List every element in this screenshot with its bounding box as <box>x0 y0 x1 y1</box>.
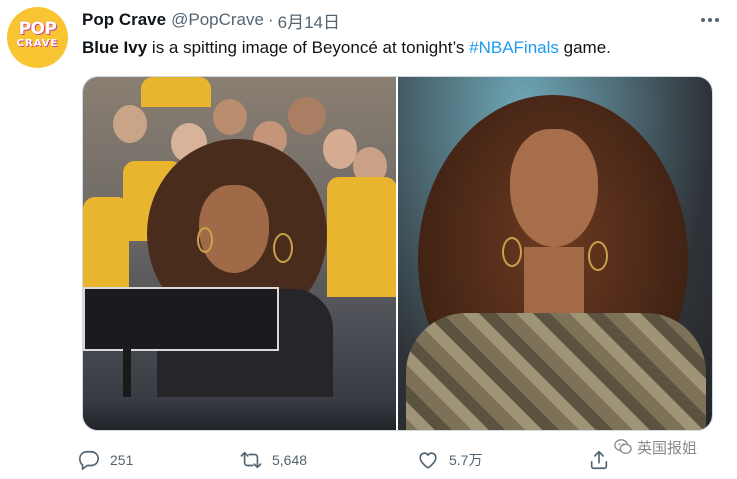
tweet-body-end: game. <box>558 38 611 57</box>
tweet-media[interactable] <box>82 76 713 431</box>
tweet[interactable]: POP CRAVE Pop Crave @PopCrave · 6月14日 Bl… <box>0 0 737 479</box>
right-photo[interactable] <box>398 77 712 430</box>
subject-earring <box>197 227 213 253</box>
tweet-header: Pop Crave @PopCrave · 6月14日 <box>82 8 340 33</box>
subject-earring <box>588 241 608 271</box>
share-button[interactable] <box>588 447 620 473</box>
reply-count: 251 <box>110 452 134 468</box>
crowd-face <box>113 105 147 143</box>
retweet-icon <box>240 451 262 469</box>
user-handle[interactable]: @PopCrave <box>171 10 264 30</box>
crowd-fan <box>141 77 211 107</box>
subject-camo-top <box>406 313 706 430</box>
subject-earring <box>273 233 293 263</box>
watermark-text: 英国报姐 <box>637 438 698 457</box>
hashtag-link[interactable]: #NBAFinals <box>469 38 559 57</box>
tweet-actions: 251 5,648 5.7万 <box>78 447 638 473</box>
tweet-date[interactable]: 6月14日 <box>278 8 340 33</box>
left-photo[interactable] <box>83 77 396 430</box>
crowd-face <box>323 129 357 169</box>
avatar-logo-line1: POP <box>18 19 57 39</box>
crowd-face <box>213 99 247 135</box>
avatar[interactable]: POP CRAVE <box>7 7 68 68</box>
avatar-logo-line2: CRAVE <box>16 38 59 49</box>
reply-icon <box>79 450 99 470</box>
arena-floor <box>83 397 396 430</box>
retweet-count: 5,648 <box>272 452 308 468</box>
separator-dot: · <box>267 10 274 29</box>
like-button[interactable]: 5.7万 <box>417 447 482 473</box>
reply-button[interactable]: 251 <box>78 447 133 473</box>
retweet-button[interactable]: 5,648 <box>240 447 307 473</box>
subject-face <box>510 129 598 247</box>
subject-earring <box>502 237 522 267</box>
tweet-text: Blue Ivy is a spitting image of Beyoncé … <box>82 37 611 59</box>
display-name[interactable]: Pop Crave <box>82 10 166 30</box>
courtside-screen <box>83 287 279 351</box>
like-count: 5.7万 <box>449 452 483 468</box>
crowd-fan-shirt <box>327 177 396 297</box>
heart-icon <box>419 452 437 469</box>
crowd-face <box>288 97 326 135</box>
tweet-body-text: is a spitting image of Beyoncé at tonigh… <box>147 38 470 57</box>
mention-text: Blue Ivy <box>82 38 148 57</box>
more-options-icon[interactable] <box>697 9 723 31</box>
share-icon <box>590 450 608 470</box>
